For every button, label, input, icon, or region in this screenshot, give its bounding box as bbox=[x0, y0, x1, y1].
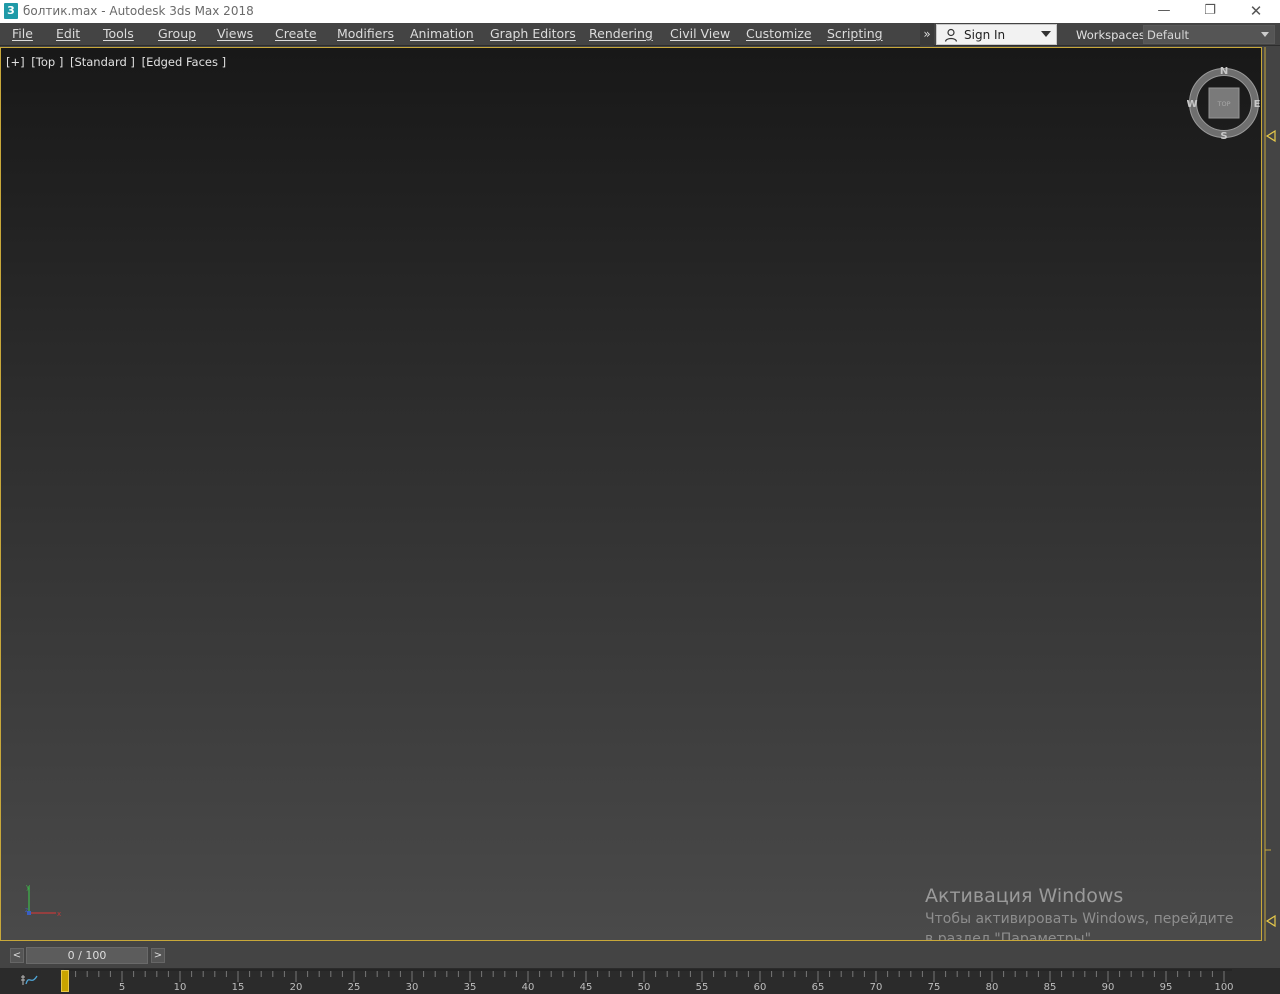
viewport-point-of-view[interactable]: [Top ] bbox=[31, 55, 63, 69]
track-label-20: 20 bbox=[290, 982, 303, 993]
time-slider-bar: < 0 / 100 > bbox=[0, 943, 1280, 968]
track-label-25: 25 bbox=[348, 982, 361, 993]
axis-y-label: y bbox=[26, 883, 30, 891]
user-icon bbox=[944, 28, 958, 42]
track-label-65: 65 bbox=[812, 982, 825, 993]
menu-modifiers[interactable]: Modifiers bbox=[337, 26, 394, 41]
menu-customize[interactable]: Customize bbox=[746, 26, 812, 41]
menu-tools[interactable]: Tools bbox=[103, 26, 134, 41]
menu-edit[interactable]: Edit bbox=[56, 26, 80, 41]
workspaces-select[interactable]: Default bbox=[1143, 25, 1275, 44]
viewport-top[interactable]: [+] [Top ] [Standard ] [Edged Faces ] TO… bbox=[0, 47, 1262, 941]
track-label-100: 100 bbox=[1214, 982, 1233, 993]
track-label-5: 5 bbox=[119, 982, 125, 993]
activation-watermark-title: Активация Windows bbox=[925, 885, 1124, 907]
viewport-display-mode[interactable]: [Edged Faces ] bbox=[142, 55, 227, 69]
menu-group[interactable]: Group bbox=[158, 26, 196, 41]
menu-graph-editors[interactable]: Graph Editors bbox=[490, 26, 576, 41]
time-slider[interactable]: 0 / 100 bbox=[26, 947, 148, 964]
viewcube-north[interactable]: N bbox=[1220, 66, 1228, 77]
strip-markers bbox=[1264, 47, 1276, 941]
track-label-30: 30 bbox=[406, 982, 419, 993]
menu-file[interactable]: File bbox=[12, 26, 33, 41]
track-bar[interactable]: 0510152025303540455055606570758085909510… bbox=[0, 968, 1280, 994]
axis-tripod: y x z bbox=[25, 883, 61, 918]
viewport-shading-standard[interactable]: [Standard ] bbox=[70, 55, 135, 69]
time-next-button[interactable]: > bbox=[151, 948, 165, 963]
menu-create[interactable]: Create bbox=[275, 26, 317, 41]
viewcube-face-top[interactable]: TOP bbox=[1216, 100, 1230, 108]
menu-animation[interactable]: Animation bbox=[410, 26, 474, 41]
minimize-button[interactable]: — bbox=[1141, 0, 1187, 23]
menu-views[interactable]: Views bbox=[217, 26, 253, 41]
track-label-55: 55 bbox=[696, 982, 709, 993]
workspaces-label: Workspaces: bbox=[1076, 28, 1149, 42]
workspaces-value: Default bbox=[1147, 28, 1190, 42]
time-prev-button[interactable]: < bbox=[10, 948, 24, 963]
track-label-60: 60 bbox=[754, 982, 767, 993]
app-icon[interactable]: 3 bbox=[4, 3, 18, 19]
track-label-70: 70 bbox=[870, 982, 883, 993]
track-label-80: 80 bbox=[986, 982, 999, 993]
track-ruler[interactable]: 0510152025303540455055606570758085909510… bbox=[0, 968, 1280, 994]
menu-rendering[interactable]: Rendering bbox=[589, 26, 653, 41]
chevron-down-icon bbox=[1041, 31, 1051, 37]
axis-x-label: x bbox=[57, 910, 61, 918]
viewport-right-strip bbox=[1262, 47, 1280, 941]
sign-in-dropdown[interactable]: Sign In bbox=[936, 24, 1057, 45]
viewport-label: [+] [Top ] [Standard ] [Edged Faces ] bbox=[6, 55, 229, 69]
track-label-90: 90 bbox=[1102, 982, 1115, 993]
track-label-45: 45 bbox=[580, 982, 593, 993]
menu-overflow-button[interactable]: » bbox=[920, 23, 934, 46]
window-title: болтик.max - Autodesk 3ds Max 2018 bbox=[23, 4, 254, 18]
viewcube-west[interactable]: W bbox=[1187, 99, 1198, 110]
track-label-15: 15 bbox=[232, 982, 245, 993]
track-label-10: 10 bbox=[174, 982, 187, 993]
viewcube[interactable]: TOP N S W E bbox=[1187, 65, 1261, 141]
menu-scripting[interactable]: Scripting bbox=[827, 26, 883, 41]
viewcube-south[interactable]: S bbox=[1220, 131, 1227, 141]
track-label-40: 40 bbox=[522, 982, 535, 993]
marker-bottom-icon bbox=[1265, 914, 1276, 928]
track-label-75: 75 bbox=[928, 982, 941, 993]
chevron-down-icon bbox=[1261, 32, 1269, 37]
menu-civil-view[interactable]: Civil View bbox=[670, 26, 730, 41]
time-playhead[interactable] bbox=[61, 970, 69, 992]
activation-watermark-subtitle: Чтобы активировать Windows, перейдите в … bbox=[925, 911, 1234, 941]
sign-in-label: Sign In bbox=[964, 28, 1006, 42]
restore-button[interactable]: ❐ bbox=[1187, 0, 1233, 23]
viewcube-east[interactable]: E bbox=[1254, 99, 1261, 110]
track-label-35: 35 bbox=[464, 982, 477, 993]
time-slider-value: 0 / 100 bbox=[67, 949, 107, 962]
marker-top-icon bbox=[1265, 129, 1276, 143]
track-label-95: 95 bbox=[1160, 982, 1173, 993]
track-label-50: 50 bbox=[638, 982, 651, 993]
axis-z-label: z bbox=[25, 907, 28, 914]
title-bar: 3 болтик.max - Autodesk 3ds Max 2018 — ❐… bbox=[0, 0, 1280, 23]
close-button[interactable]: ✕ bbox=[1233, 0, 1279, 23]
viewport-menu-plus[interactable]: [+] bbox=[6, 55, 25, 69]
track-label-85: 85 bbox=[1044, 982, 1057, 993]
